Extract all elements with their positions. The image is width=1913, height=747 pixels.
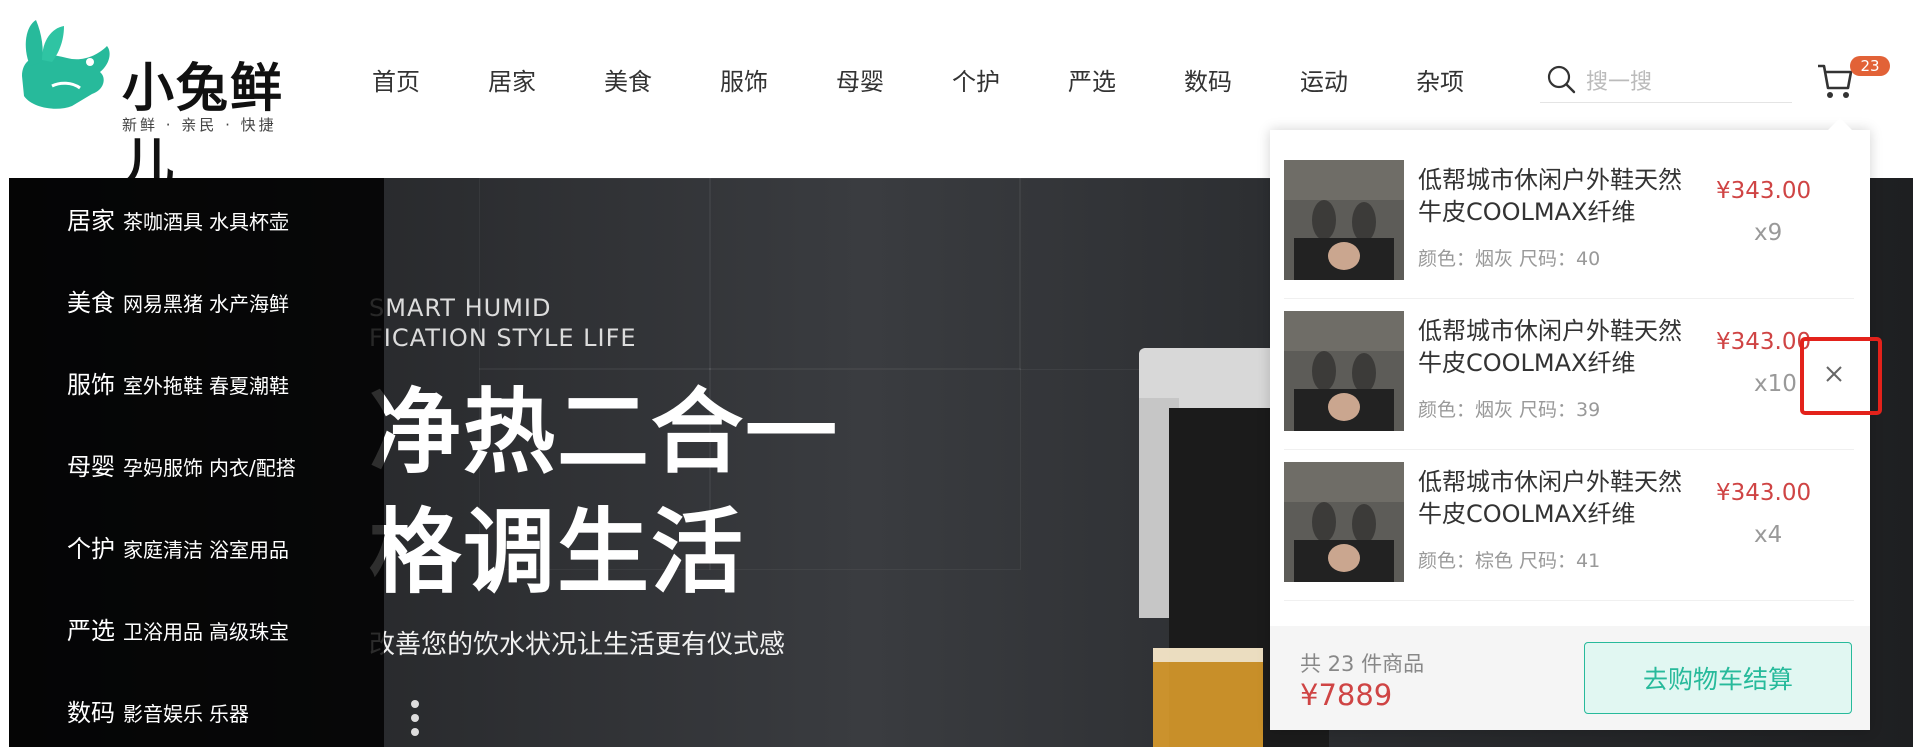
category-sub-link[interactable]: 室外拖鞋 [123,374,203,398]
popup-arrow [1828,118,1852,130]
cart-icon [1818,64,1853,98]
brand-slogan: 新鲜 · 亲民 · 快捷 [122,116,277,134]
category-item-apparel[interactable]: 服饰 室外拖鞋 春夏潮鞋 [67,365,295,405]
nav-item-home[interactable]: 首页 [372,62,420,102]
product-attrs: 颜色：棕色 尺码：41 [1418,550,1601,572]
search-input[interactable] [1584,64,1788,100]
category-item-selected[interactable]: 严选 卫浴用品 高级珠宝 [67,611,295,651]
checkout-button[interactable]: 去购物车结算 [1584,642,1852,714]
cart-footer: 共 23 件商品 ¥7889 去购物车结算 [1270,626,1870,730]
cart-total-price: ¥7889 [1300,678,1393,712]
product-thumbnail [1284,160,1404,280]
category-item-baby[interactable]: 母婴 孕妈服饰 内衣/配搭 [67,447,302,487]
cart-item-list: 低帮城市休闲户外鞋天然牛皮COOLMAX纤维 颜色：烟灰 尺码：40 ¥343.… [1284,148,1882,601]
product-price: ¥343.00 [1716,329,1812,355]
category-item-home-living[interactable]: 居家 茶咖酒具 水具杯壶 [67,201,295,241]
banner-english-line-1: SMART HUMID [369,294,552,322]
category-sub-link[interactable]: 茶咖酒具 [123,210,203,234]
category-main-label: 美食 [67,289,115,317]
nav-item-personal-care[interactable]: 个护 [952,62,1000,102]
product-quantity: x10 [1754,371,1797,397]
search-box [1540,60,1792,103]
category-sub-link[interactable]: 影音娱乐 [123,702,203,726]
category-item-personal-care[interactable]: 个护 家庭清洁 浴室用品 [67,529,295,569]
product-thumbnail [1284,462,1404,582]
product-name[interactable]: 低帮城市休闲户外鞋天然牛皮COOLMAX纤维 [1418,466,1698,530]
product-price: ¥343.00 [1716,480,1812,506]
category-sub-link[interactable]: 高级珠宝 [209,620,289,644]
nav-item-misc[interactable]: 杂项 [1416,62,1464,102]
product-attrs: 颜色：烟灰 尺码：39 [1418,399,1601,421]
logo[interactable]: 小兔鲜儿 新鲜 · 亲民 · 快捷 [12,16,312,194]
cart-item[interactable]: 低帮城市休闲户外鞋天然牛皮COOLMAX纤维 颜色：棕色 尺码：41 ¥343.… [1284,450,1854,601]
search-icon[interactable] [1546,64,1576,94]
category-main-label: 服饰 [67,371,115,399]
product-name[interactable]: 低帮城市休闲户外鞋天然牛皮COOLMAX纤维 [1418,164,1698,228]
main-nav: 首页 居家 美食 服饰 母婴 个护 严选 数码 运动 杂项 [372,62,1532,102]
more-dots-icon [411,700,419,736]
nav-item-apparel[interactable]: 服饰 [720,62,768,102]
category-sub-link[interactable]: 家庭清洁 [123,538,203,562]
banner-tile [709,178,1021,370]
category-main-label: 严选 [67,617,115,645]
nav-item-digital[interactable]: 数码 [1184,62,1232,102]
nav-item-baby[interactable]: 母婴 [836,62,884,102]
product-quantity: x9 [1754,220,1783,246]
product-attrs: 颜色：烟灰 尺码：40 [1418,248,1601,270]
banner-subtitle: 改善您的饮水状况让生活更有仪式感 [369,630,786,660]
cart-popup: 低帮城市休闲户外鞋天然牛皮COOLMAX纤维 颜色：烟灰 尺码：40 ¥343.… [1270,118,1882,730]
banner-title-line-2: 格调生活 [369,499,746,606]
category-sidebar: 居家 茶咖酒具 水具杯壶 美食 网易黑猪 水产海鲜 服饰 室外拖鞋 春夏潮鞋 母婴 孕妈服饰内… [9,178,384,747]
category-sub-link[interactable]: 水具杯壶 [209,210,289,234]
nav-item-sports[interactable]: 运动 [1300,62,1348,102]
category-sub-link[interactable]: 水产海鲜 [209,292,289,316]
category-sub-link[interactable]: 浴室用品 [209,538,289,562]
nav-item-home-living[interactable]: 居家 [488,62,536,102]
category-sub-link[interactable]: 网易黑猪 [123,292,203,316]
category-item-food[interactable]: 美食 网易黑猪 水产海鲜 [67,283,295,323]
nav-item-food[interactable]: 美食 [604,62,652,102]
category-sub-link[interactable]: 内衣/配搭 [209,456,296,480]
nav-item-selected[interactable]: 严选 [1068,62,1116,102]
product-name[interactable]: 低帮城市休闲户外鞋天然牛皮COOLMAX纤维 [1418,315,1698,379]
product-thumbnail [1284,311,1404,431]
category-sub-link[interactable]: 乐器 [209,702,249,726]
category-item-digital[interactable]: 数码 影音娱乐 乐器 [67,693,255,733]
category-main-label: 居家 [67,207,115,235]
product-price: ¥343.00 [1716,178,1812,204]
cart-button[interactable]: 23 [1812,56,1890,106]
cart-count-badge: 23 [1850,56,1890,76]
cart-item[interactable]: 低帮城市休闲户外鞋天然牛皮COOLMAX纤维 颜色：烟灰 尺码：40 ¥343.… [1284,148,1854,299]
close-icon[interactable] [1814,354,1854,394]
cart-total-count: 共 23 件商品 [1300,652,1425,676]
banner-tile [1019,178,1291,370]
cart-item[interactable]: 低帮城市休闲户外鞋天然牛皮COOLMAX纤维 颜色：烟灰 尺码：39 ¥343.… [1284,299,1882,450]
category-sub-link[interactable]: 孕妈服饰 [123,456,203,480]
product-quantity: x4 [1754,522,1783,548]
banner-title-line-1: 净热二合一 [369,379,840,486]
category-main-label: 数码 [67,699,115,727]
category-sub-link[interactable]: 卫浴用品 [123,620,203,644]
category-sub-link[interactable]: 春夏潮鞋 [209,374,289,398]
banner-english-line-2: FICATION STYLE LIFE [369,324,637,352]
rabbit-logo-icon [22,20,110,109]
category-main-label: 个护 [67,535,115,563]
category-main-label: 母婴 [67,453,115,481]
